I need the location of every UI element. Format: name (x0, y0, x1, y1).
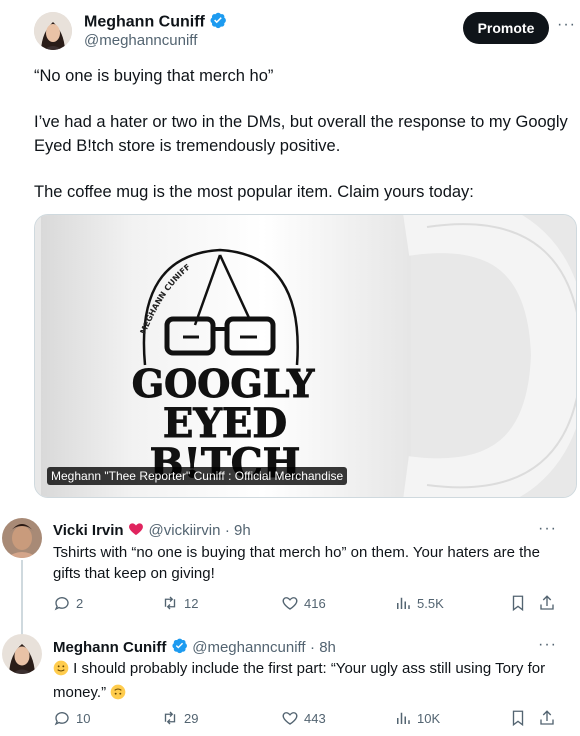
promote-button[interactable]: Promote (463, 12, 549, 44)
views-icon (397, 712, 410, 724)
tweet-paragraph-3: The coffee mug is the most popular item.… (34, 183, 474, 201)
reply-1-like-count: 416 (304, 595, 326, 611)
reply-1-share-button[interactable] (538, 594, 556, 612)
reply-1-avatar[interactable] (2, 518, 42, 558)
reply-1-name[interactable]: Vicki Irvin (53, 522, 124, 539)
bookmark-icon (512, 595, 524, 612)
reply-1-header: Vicki Irvin @vickiirvin · 9h (53, 521, 251, 542)
reply-2-retweet-count: 29 (184, 710, 199, 726)
reply-1-text: Tshirts with “no one is buying that merc… (53, 544, 540, 582)
tweet-paragraph-1: “No one is buying that merch ho” (34, 67, 274, 85)
reply-2-retweet-button[interactable]: 29 (161, 709, 198, 727)
reply-2-header: Meghann Cuniff @meghanncuniff · 8h (53, 637, 336, 659)
reply-1-view-count: 5.5K (417, 595, 444, 611)
retweet-icon (164, 711, 176, 725)
tweet-media-image[interactable]: MEGHANN CUNIFF GOOGLY EYED B!TCH Meghann… (34, 214, 577, 498)
reply-2-text: I should probably include the first part… (53, 660, 546, 701)
thread-connector-line (21, 560, 23, 642)
reply-1-more-icon[interactable]: ··· (538, 520, 557, 538)
reply-2-like-count: 443 (304, 710, 326, 726)
mug-illustration: MEGHANN CUNIFF GOOGLY EYED B!TCH (35, 215, 576, 497)
reply-2-handle[interactable]: @meghanncuniff (192, 639, 305, 656)
reply-2-text-block: I should probably include the first part… (53, 658, 563, 706)
reply-2-share-button[interactable] (538, 709, 556, 727)
tweet-paragraph-2: I’ve had a hater or two in the DMs, but … (34, 113, 568, 155)
share-icon (540, 595, 554, 610)
like-icon (282, 597, 298, 610)
author-block: Meghann Cuniff (84, 11, 227, 34)
verified-badge-icon (209, 11, 227, 34)
reply-2-like-button[interactable]: 443 (281, 709, 326, 727)
reply-1-handle[interactable]: @vickiirvin (149, 522, 221, 539)
bookmark-icon (512, 710, 524, 727)
reply-2-avatar[interactable] (2, 634, 42, 674)
more-options-icon[interactable]: ··· (557, 16, 576, 34)
author-name[interactable]: Meghann Cuniff (84, 14, 205, 31)
reply-1-like-button[interactable]: 416 (281, 594, 326, 612)
reply-1-reply-button[interactable]: 2 (53, 594, 83, 612)
author-avatar[interactable] (34, 12, 72, 50)
upside-down-face-icon (110, 684, 126, 706)
reply-1-retweet-count: 12 (184, 595, 199, 611)
reply-2-view-count: 10K (417, 710, 441, 726)
reply-2-bookmark-button[interactable] (509, 709, 527, 727)
reply-1-reply-count: 2 (76, 595, 84, 611)
reply-2-reply-count: 10 (76, 710, 91, 726)
reply-2-time[interactable]: · 8h (310, 639, 336, 656)
reply-1-time[interactable]: · 9h (225, 522, 251, 539)
reply-2-reply-button[interactable]: 10 (53, 709, 90, 727)
reply-2-views-button[interactable]: 10K (394, 709, 440, 727)
media-caption: Meghann "Thee Reporter" Cuniff : Officia… (47, 467, 348, 485)
like-icon (282, 712, 298, 725)
reply-icon (54, 712, 69, 726)
reply-2-name[interactable]: Meghann Cuniff (53, 639, 166, 656)
reply-1-retweet-button[interactable]: 12 (161, 594, 198, 612)
reply-1-bookmark-button[interactable] (509, 594, 527, 612)
reply-2-more-icon[interactable]: ··· (538, 636, 557, 654)
retweet-icon (164, 596, 176, 610)
red-heart-icon (128, 521, 144, 542)
slightly-smiling-face-icon (53, 660, 69, 682)
verified-badge-icon (171, 637, 188, 659)
reply-1-views-button[interactable]: 5.5K (394, 594, 444, 612)
views-icon (397, 597, 410, 609)
share-icon (540, 710, 554, 725)
reply-icon (54, 597, 69, 611)
author-handle[interactable]: @meghanncuniff (84, 32, 197, 49)
